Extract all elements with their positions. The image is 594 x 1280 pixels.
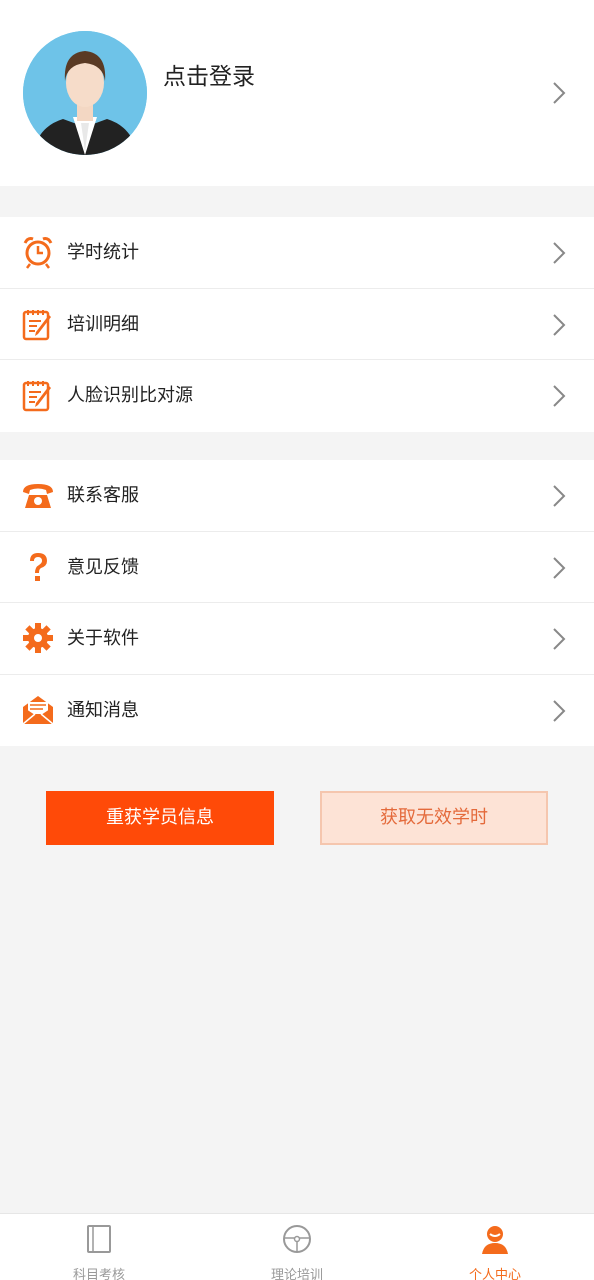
chevron-right-icon <box>553 628 566 650</box>
chevron-right-icon <box>553 82 566 104</box>
menu-item-notifications[interactable]: 通知消息 <box>0 675 594 747</box>
tab-label: 理论培训 <box>270 1268 323 1280</box>
menu-item-label: 人脸识别比对源 <box>67 385 193 406</box>
alarm-clock-icon <box>23 237 53 269</box>
menu-group-learning: 学时统计 培训明细 人脸识别比对源 <box>0 217 594 432</box>
profile-header[interactable]: 点击登录 <box>0 0 594 186</box>
tab-theory-training[interactable]: 理论培训 <box>198 1214 396 1280</box>
tab-personal-center[interactable]: 个人中心 <box>396 1214 594 1280</box>
telephone-icon <box>23 484 53 508</box>
steering-wheel-icon <box>283 1225 311 1253</box>
bottom-tab-bar: 科目考核 理论培训 个人中心 <box>0 1213 594 1280</box>
menu-item-label: 关于软件 <box>67 628 139 649</box>
menu-item-label: 联系客服 <box>67 485 139 506</box>
chevron-right-icon <box>553 385 566 407</box>
person-icon <box>482 1226 508 1254</box>
notepad-pencil-icon <box>22 381 51 412</box>
menu-item-label: 通知消息 <box>67 699 139 721</box>
chevron-right-icon <box>553 556 566 579</box>
menu-item-label: 培训明细 <box>67 313 139 335</box>
menu-item-label: 学时统计 <box>67 242 139 263</box>
book-icon <box>87 1225 111 1253</box>
notepad-pencil-icon <box>22 309 51 340</box>
question-mark-icon <box>30 552 47 581</box>
menu-item-label: 意见反馈 <box>67 556 139 578</box>
chevron-right-icon <box>553 485 566 507</box>
chevron-right-icon <box>553 313 566 336</box>
tab-label: 科目考核 <box>72 1268 125 1280</box>
chevron-right-icon <box>553 699 566 722</box>
menu-item-study-hours[interactable]: 学时统计 <box>0 217 594 289</box>
menu-item-training-details[interactable]: 培训明细 <box>0 289 594 360</box>
login-prompt[interactable]: 点击登录 <box>163 60 255 94</box>
menu-item-contact-support[interactable]: 联系客服 <box>0 460 594 532</box>
menu-item-feedback[interactable]: 意见反馈 <box>0 532 594 603</box>
chevron-right-icon <box>553 242 566 264</box>
envelope-icon <box>22 695 54 725</box>
menu-group-support: 联系客服 意见反馈 关于软件 通知消息 <box>0 460 594 746</box>
tab-label: 个人中心 <box>468 1268 521 1280</box>
refetch-student-info-button[interactable]: 重获学员信息 <box>46 791 274 845</box>
menu-item-face-recognition-source[interactable]: 人脸识别比对源 <box>0 360 594 432</box>
get-invalid-hours-button[interactable]: 获取无效学时 <box>320 791 548 845</box>
avatar-person-icon <box>23 31 147 155</box>
menu-item-about-software[interactable]: 关于软件 <box>0 603 594 675</box>
gear-icon <box>23 623 53 653</box>
tab-subject-exam[interactable]: 科目考核 <box>0 1214 198 1280</box>
avatar <box>23 31 147 155</box>
